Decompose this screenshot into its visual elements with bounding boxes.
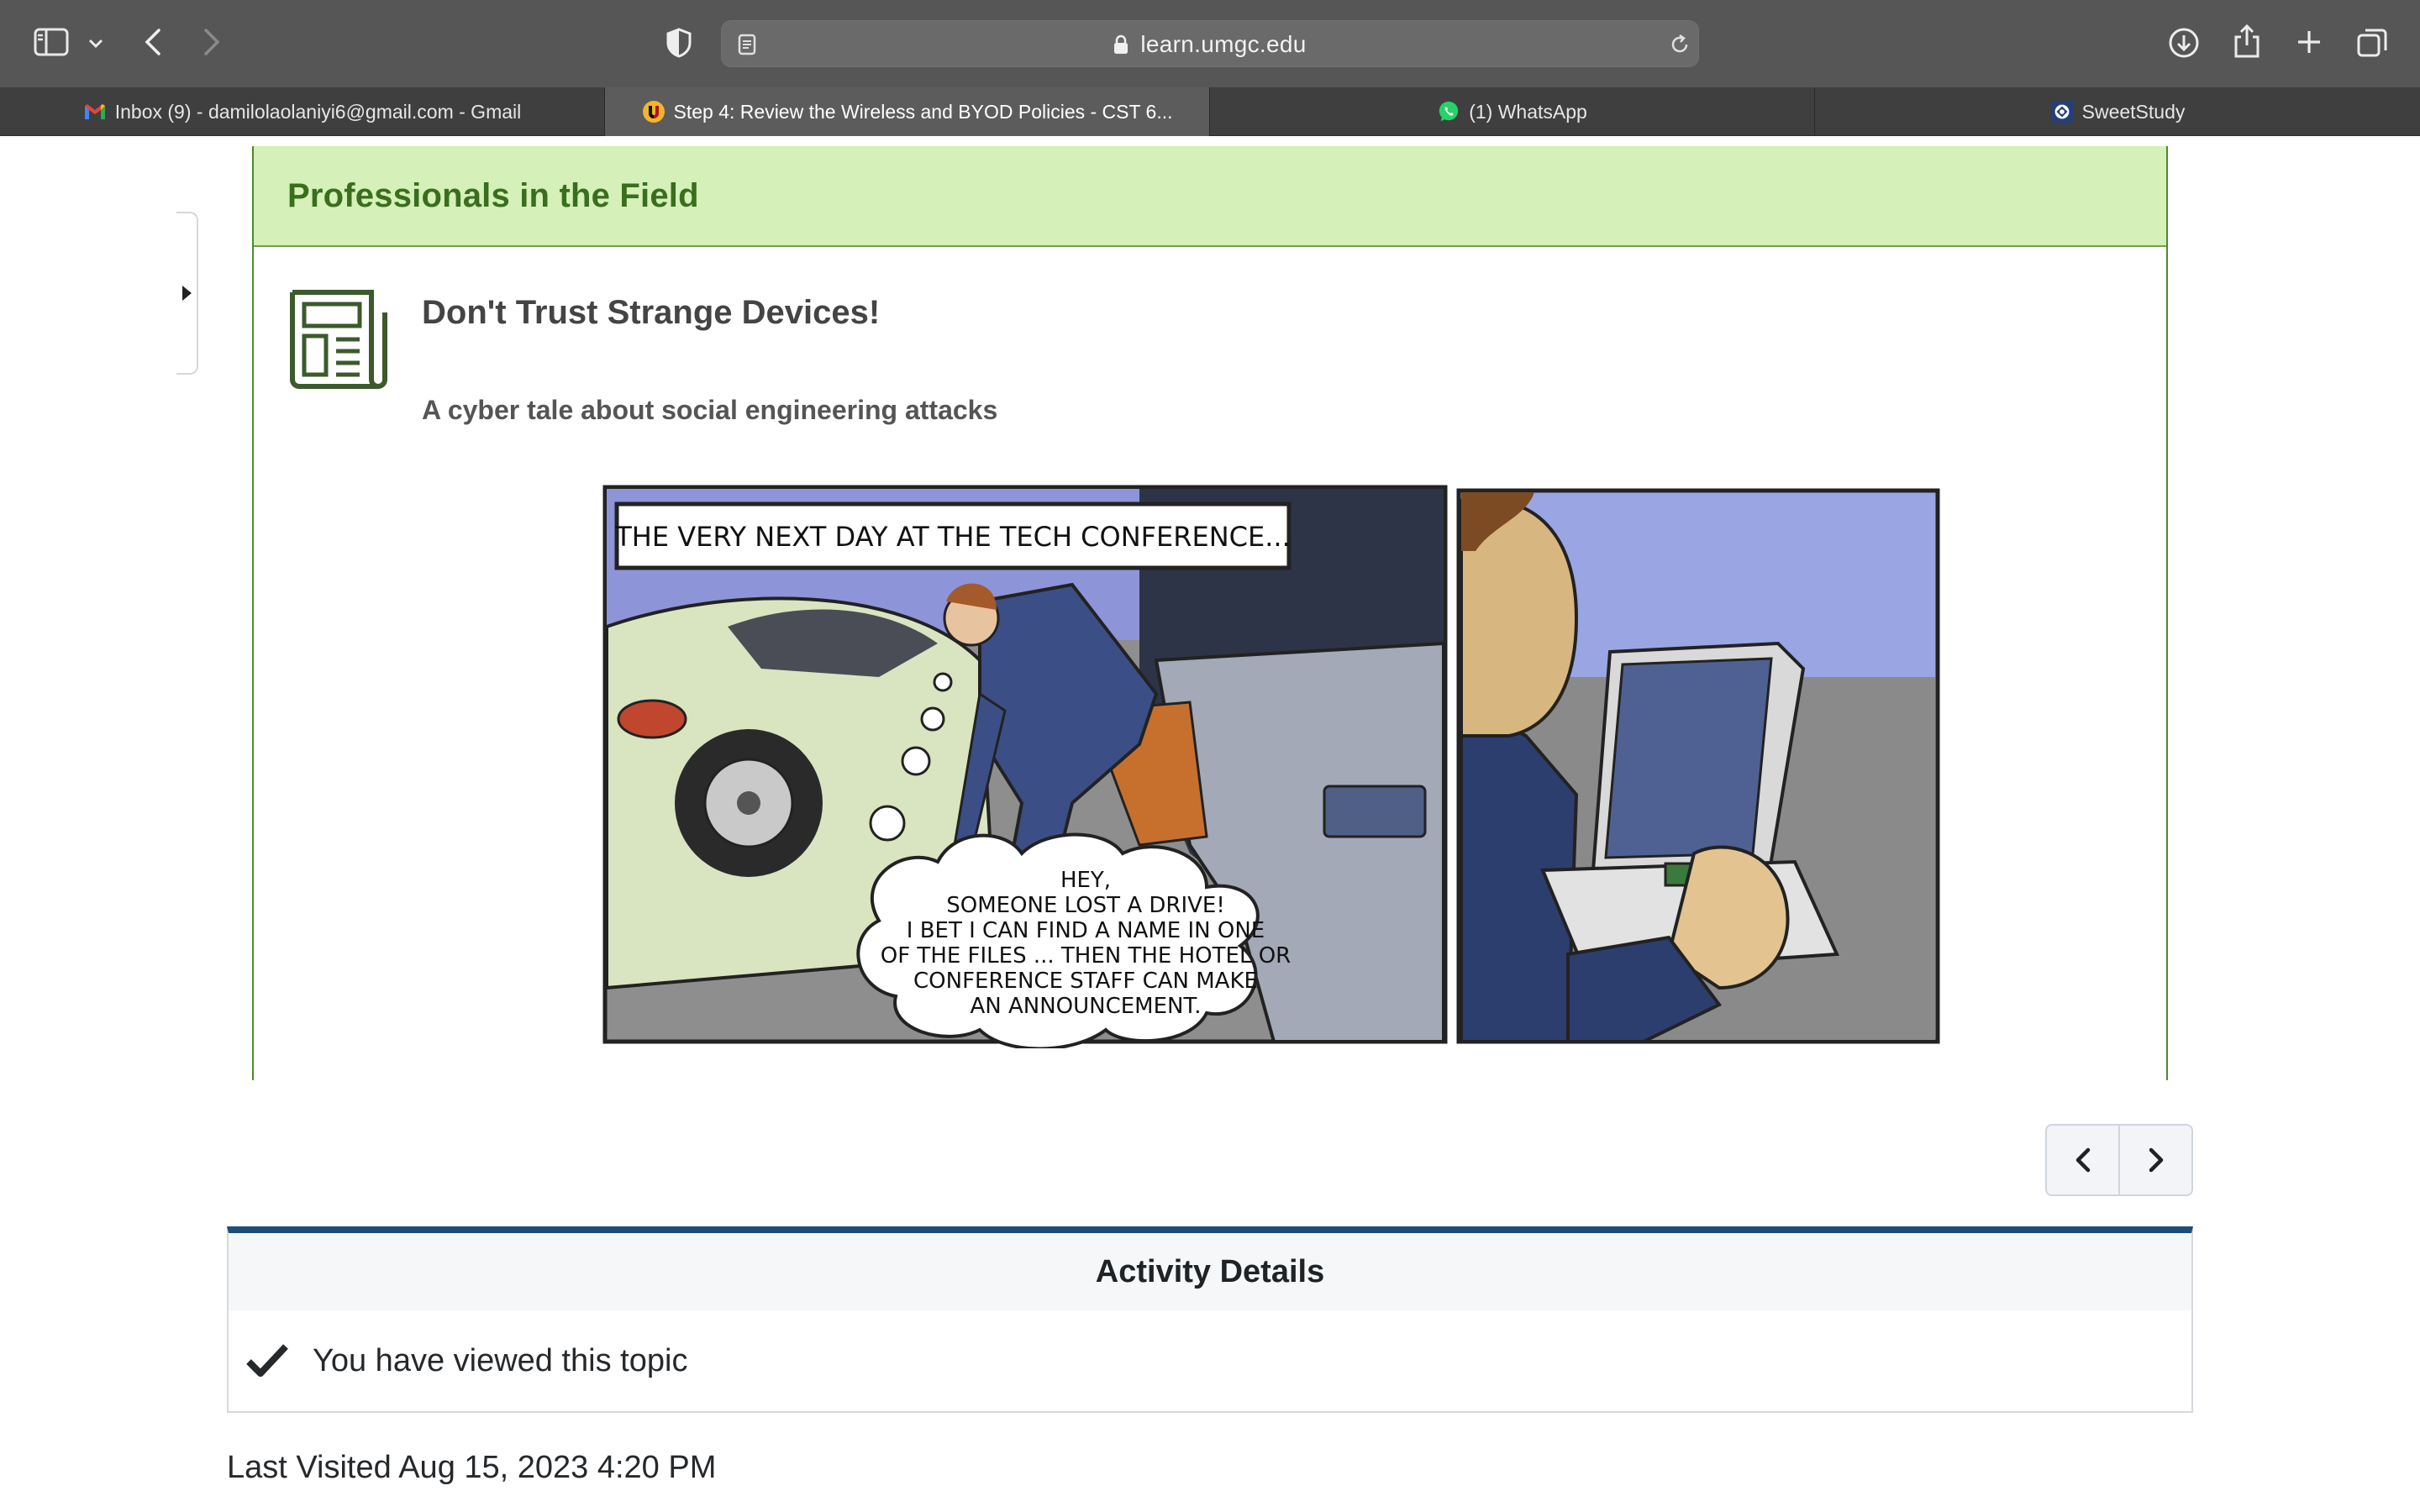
last-visited-text: Last Visited Aug 15, 2023 4:20 PM: [227, 1450, 717, 1485]
back-icon[interactable]: [136, 25, 170, 59]
section-header: Professionals in the Field: [254, 146, 2166, 247]
previous-topic-button[interactable]: [2047, 1126, 2118, 1194]
privacy-shield-icon[interactable]: [662, 25, 696, 60]
forward-icon[interactable]: [195, 25, 229, 59]
sweetstudy-icon: [2050, 100, 2074, 123]
thought-line-5: CONFERENCE STAFF CAN MAKE: [913, 969, 1258, 994]
thought-line-4: OF THE FILES ... THEN THE HOTEL OR: [881, 943, 1291, 969]
thought-line-1: HEY,: [1060, 868, 1111, 893]
chevron-right-icon: [2149, 1147, 2163, 1173]
comic-strip: THE VERY NEXT DAY AT THE TECH CONFERENCE…: [602, 484, 1946, 1053]
tab-label: SweetStudy: [2081, 100, 2186, 123]
chevron-down-icon[interactable]: [84, 32, 108, 55]
browser-toolbar: learn.umgc.edu: [0, 0, 2420, 87]
sidebar-toggle-icon[interactable]: [32, 25, 71, 59]
tab-gmail[interactable]: Inbox (9) - damilolaolaniyi6@gmail.com -…: [0, 87, 605, 136]
downloads-icon[interactable]: [2166, 25, 2202, 60]
activity-details-panel: Activity Details You have viewed this to…: [227, 1226, 2193, 1413]
thought-line-3: I BET I CAN FIND A NAME IN ONE: [907, 918, 1265, 943]
expand-arrow-icon: [182, 286, 192, 301]
professionals-card: Professionals in the Field Don't Trust S…: [252, 146, 2168, 1080]
tab-umgc-step4[interactable]: Step 4: Review the Wireless and BYOD Pol…: [605, 87, 1210, 136]
thought-line-6: AN ANNOUNCEMENT.: [970, 994, 1201, 1019]
url-display[interactable]: learn.umgc.edu: [722, 21, 1698, 68]
address-bar[interactable]: learn.umgc.edu: [721, 20, 1699, 67]
activity-status-row: You have viewed this topic: [229, 1310, 2191, 1411]
umgc-icon: [642, 100, 666, 123]
comic-caption: THE VERY NEXT DAY AT THE TECH CONFERENCE…: [614, 521, 1290, 553]
next-topic-button[interactable]: [2118, 1126, 2191, 1194]
comic-panel-1: THE VERY NEXT DAY AT THE TECH CONFERENCE…: [602, 485, 1448, 1051]
activity-status-text: You have viewed this topic: [313, 1342, 688, 1378]
article-title: Don't Trust Strange Devices!: [422, 294, 881, 331]
chevron-left-icon: [2075, 1147, 2090, 1173]
tab-bar: Inbox (9) - damilolaolaniyi6@gmail.com -…: [0, 87, 2420, 136]
tab-label: (1) WhatsApp: [1469, 100, 1587, 123]
tab-label: Inbox (9) - damilolaolaniyi6@gmail.com -…: [114, 100, 522, 123]
page-content: Professionals in the Field Don't Trust S…: [0, 136, 2420, 1512]
topic-pager: [2045, 1124, 2193, 1196]
thought-line-2: SOMEONE LOST A DRIVE!: [946, 893, 1225, 918]
share-icon[interactable]: [2230, 22, 2264, 60]
tab-whatsapp[interactable]: (1) WhatsApp: [1210, 87, 1815, 136]
new-tab-icon[interactable]: [2292, 25, 2326, 59]
whatsapp-icon: [1437, 100, 1460, 123]
activity-details-heading: Activity Details: [229, 1233, 2191, 1310]
checkmark-icon: [245, 1343, 289, 1378]
tab-sweetstudy[interactable]: SweetStudy: [1815, 87, 2420, 136]
reload-icon[interactable]: [1668, 33, 1691, 56]
comic-panel-2: [1456, 488, 1940, 1044]
gmail-icon: [83, 100, 107, 123]
tab-overview-icon[interactable]: [2354, 25, 2390, 60]
lock-icon: [1113, 34, 1128, 55]
url-text: learn.umgc.edu: [1140, 31, 1307, 57]
section-title: Professionals in the Field: [287, 176, 699, 214]
side-panel-toggle[interactable]: [176, 212, 198, 375]
newspaper-icon: [287, 287, 390, 396]
tab-label: Step 4: Review the Wireless and BYOD Pol…: [673, 100, 1173, 123]
article-subtitle: A cyber tale about social engineering at…: [422, 395, 998, 425]
